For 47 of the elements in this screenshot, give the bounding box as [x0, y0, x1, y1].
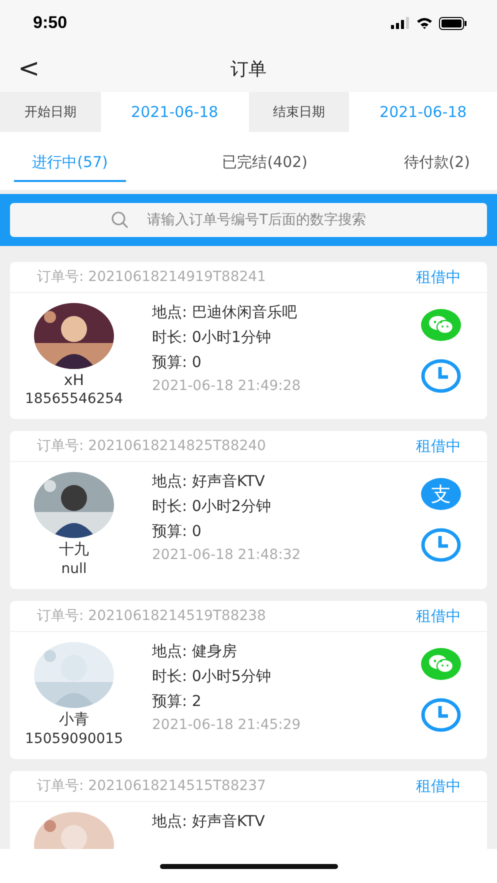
order-number: 订单号: 20210618214519T88238	[37, 607, 266, 625]
chat-bubbles-icon[interactable]	[421, 309, 461, 341]
customer-name: 十九	[59, 540, 89, 559]
start-date-label: 开始日期	[0, 92, 101, 132]
order-status: 租借中	[416, 776, 461, 796]
clock-icon[interactable]	[421, 359, 461, 393]
status-time: 9:50	[33, 13, 68, 33]
chat-bubbles-icon[interactable]	[421, 648, 461, 680]
clock-icon[interactable]	[421, 528, 461, 562]
order-number: 订单号: 20210618214515T88237	[37, 777, 266, 795]
search-icon	[111, 211, 130, 229]
location-text: 地点: 好声音KTV	[152, 812, 266, 831]
order-time: 2021-06-18 21:49:28	[152, 378, 302, 394]
location-text: 地点: 巴迪休闲音乐吧	[152, 303, 298, 322]
budget-text: 预算: 0	[152, 353, 202, 372]
budget-text: 预算: 0	[152, 522, 202, 541]
back-button[interactable]: <	[14, 54, 44, 84]
page-title: 订单	[230, 58, 266, 81]
order-card[interactable]: 订单号: 20210618214519T88238 租借中 小青 15059090015 地点: 健身房 时长: 0小时5分钟 预算: 2 2021-06-18 21:45:29	[10, 601, 487, 759]
order-time: 2021-06-18 21:48:32	[152, 547, 302, 563]
order-time: 2021-06-18 21:45:29	[152, 717, 302, 733]
order-status: 租借中	[416, 268, 461, 286]
order-number: 订单号: 20210618214919T88241	[37, 268, 266, 286]
tab[interactable]: 待付款(2)	[404, 144, 470, 182]
location-text: 地点: 健身房	[152, 642, 238, 661]
order-card[interactable]: 订单号: 20210618214515T88237 租借中 地点: 好声音KTV	[10, 771, 487, 849]
clock-icon[interactable]	[421, 698, 461, 732]
duration-text: 时长: 0小时5分钟	[152, 667, 272, 686]
customer-phone: 18565546254	[25, 391, 123, 407]
customer-name: xH	[64, 371, 84, 389]
customer-phone: null	[61, 561, 87, 577]
location-text: 地点: 好声音KTV	[152, 472, 266, 491]
order-number: 订单号: 20210618214825T88240	[37, 437, 266, 455]
duration-text: 时长: 0小时2分钟	[152, 497, 272, 516]
order-status: 租借中	[416, 606, 461, 626]
duration-text: 时长: 0小时1分钟	[152, 328, 272, 347]
customer-phone: 15059090015	[25, 731, 123, 747]
budget-text: 预算: 2	[152, 692, 202, 711]
order-status: 租借中	[416, 436, 461, 456]
battery-icon	[439, 16, 467, 30]
order-card[interactable]: 订单号: 20210618214825T88240 租借中 十九 null 地点: 好声音KTV 时长: 0小时2分钟 预算: 0 2021-06-18 21:48:32 支	[10, 431, 487, 589]
tab[interactable]: 已完结(402)	[222, 144, 308, 182]
customer-name: 小青	[59, 710, 89, 729]
order-card[interactable]: 订单号: 20210618214919T88241 租借中 xH 18565546254 地点: 巴迪休闲音乐吧 时长: 0小时1分钟 预算: 0 2021-06-18 21:49:28	[10, 262, 487, 419]
wifi-icon	[416, 17, 433, 29]
signal-icon	[391, 17, 410, 29]
end-date-label: 结束日期	[248, 92, 350, 132]
